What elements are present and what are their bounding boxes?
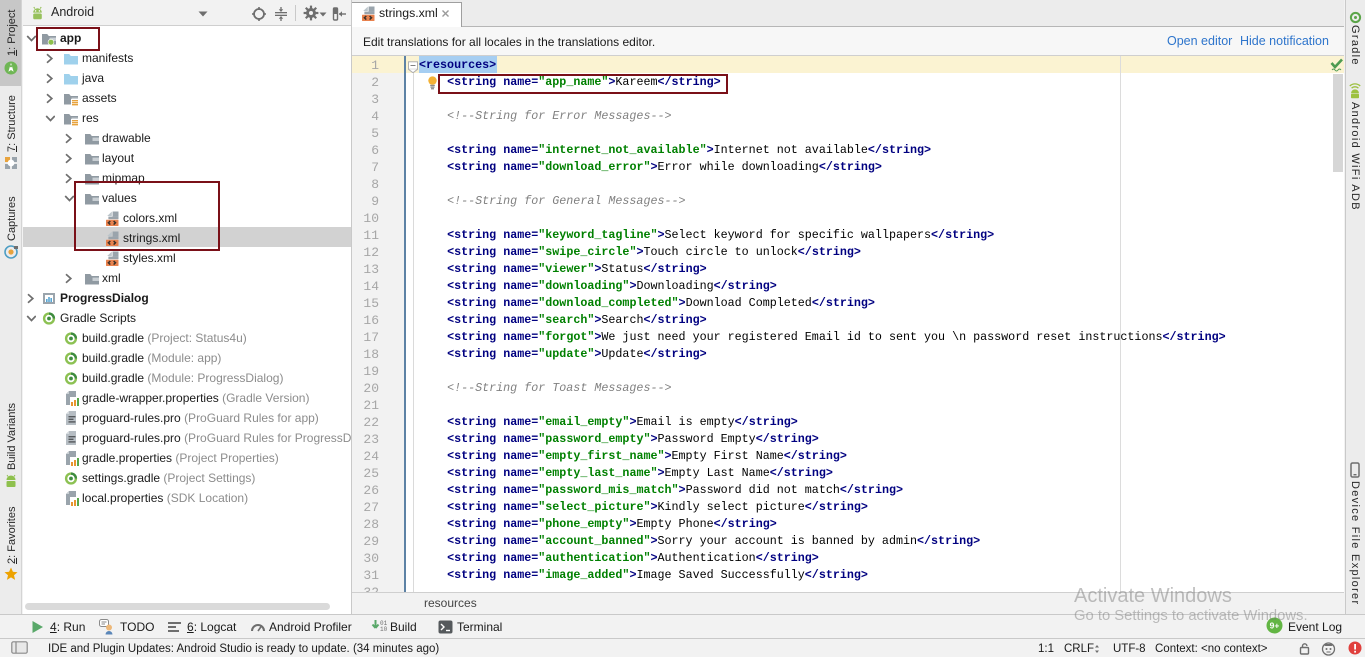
svg-text:10: 10 <box>380 626 387 633</box>
